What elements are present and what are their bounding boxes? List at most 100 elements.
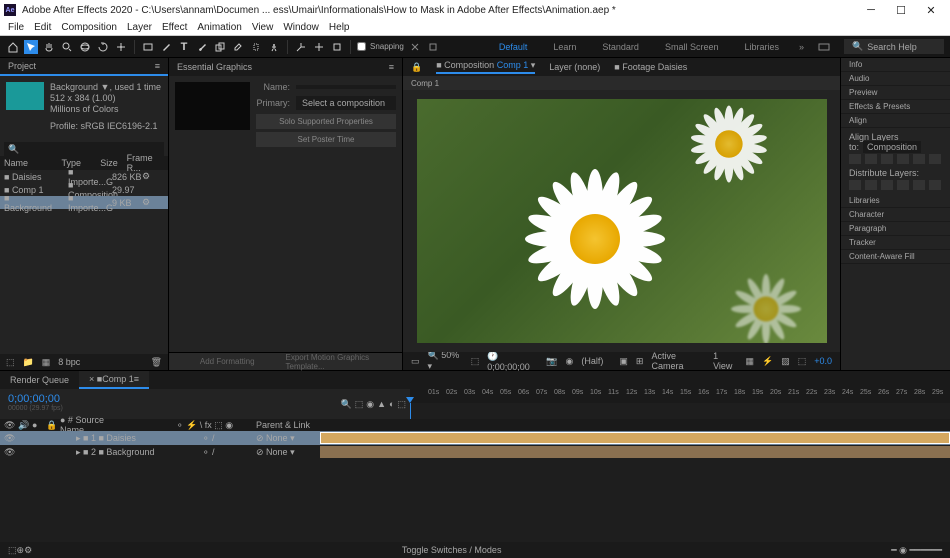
zoom-dropdown[interactable]: 🔍 50% ▾: [428, 350, 463, 372]
roi-icon[interactable]: ▣: [619, 356, 628, 367]
essential-tab[interactable]: Essential Graphics≡: [169, 58, 402, 76]
dist-top-icon[interactable]: [849, 180, 861, 190]
local-axis-icon[interactable]: [294, 40, 308, 54]
viewer-canvas[interactable]: [403, 90, 840, 352]
folder-icon[interactable]: 📁: [23, 357, 34, 368]
workspace-learn[interactable]: Learn: [547, 40, 582, 54]
menu-file[interactable]: File: [8, 22, 24, 33]
toggle-switches-button[interactable]: Toggle Switches / Modes: [402, 545, 502, 555]
clone-tool[interactable]: [213, 40, 227, 54]
align-left-icon[interactable]: [849, 154, 861, 164]
align-hcenter-icon[interactable]: [865, 154, 877, 164]
resolution-dropdown[interactable]: (Half): [581, 356, 603, 366]
menu-composition[interactable]: Composition: [61, 22, 117, 33]
trash-icon[interactable]: 🗑: [151, 357, 162, 368]
sync-icon[interactable]: [818, 41, 830, 53]
brush-tool[interactable]: [195, 40, 209, 54]
lock-icon[interactable]: 🔒: [411, 62, 422, 73]
time-display[interactable]: 🕐 0;00;00;00: [487, 351, 538, 372]
menu-edit[interactable]: Edit: [34, 22, 51, 33]
interpret-icon[interactable]: ⬚: [6, 357, 15, 368]
rect-tool[interactable]: [141, 40, 155, 54]
footage-tab[interactable]: ■ Footage Daisies: [614, 62, 687, 72]
dist-left-icon[interactable]: [897, 180, 909, 190]
info-panel[interactable]: Info: [841, 58, 950, 72]
tracker-panel[interactable]: Tracker: [841, 236, 950, 250]
search-help[interactable]: 🔍 Search Help: [844, 39, 944, 54]
current-time[interactable]: 0;00;00;00: [8, 393, 312, 405]
snapping-checkbox[interactable]: [357, 42, 366, 51]
view-dropdown[interactable]: 1 View: [713, 351, 737, 371]
menu-effect[interactable]: Effect: [162, 22, 187, 33]
paragraph-panel[interactable]: Paragraph: [841, 222, 950, 236]
eraser-tool[interactable]: [231, 40, 245, 54]
anchor-tool[interactable]: [114, 40, 128, 54]
solo-button[interactable]: Solo Supported Properties: [256, 114, 396, 129]
align-to-dropdown[interactable]: Composition: [863, 141, 921, 153]
orbit-tool[interactable]: [78, 40, 92, 54]
dist-vcenter-icon[interactable]: [865, 180, 877, 190]
align-bottom-icon[interactable]: [929, 154, 941, 164]
preview-panel[interactable]: Preview: [841, 86, 950, 100]
view-axis-icon[interactable]: [330, 40, 344, 54]
layer-tab[interactable]: Layer (none): [549, 62, 600, 72]
menu-animation[interactable]: Animation: [197, 22, 241, 33]
tl-icon[interactable]: ◉: [366, 399, 374, 410]
tl-icon[interactable]: ⬚: [397, 399, 406, 410]
menu-view[interactable]: View: [252, 22, 274, 33]
playhead[interactable]: [410, 403, 411, 419]
menu-window[interactable]: Window: [283, 22, 319, 33]
tl-footer-icon[interactable]: ⬚: [8, 545, 17, 556]
selection-tool[interactable]: [24, 40, 38, 54]
workspace-libraries[interactable]: Libraries: [738, 40, 785, 54]
snapshot-icon[interactable]: 📷: [546, 356, 557, 367]
timeline-layer-row[interactable]: 👁 ▸ ■ 1 ■ Daisies ⚬ / ⊘ None ▾: [0, 431, 950, 445]
align-right-icon[interactable]: [881, 154, 893, 164]
comp1-tab[interactable]: × ■ Comp 1 ≡: [79, 371, 149, 389]
dist-right-icon[interactable]: [929, 180, 941, 190]
exposure-value[interactable]: +0.0: [814, 356, 832, 366]
puppet-tool[interactable]: [267, 40, 281, 54]
maximize-button[interactable]: ☐: [886, 0, 916, 20]
minimize-button[interactable]: ─: [856, 0, 886, 20]
libraries-panel[interactable]: Libraries: [841, 194, 950, 208]
search-icon[interactable]: 🔍: [8, 144, 19, 155]
transparency-icon[interactable]: ▨: [781, 356, 790, 367]
character-panel[interactable]: Character: [841, 208, 950, 222]
grid-icon[interactable]: ⊞: [636, 356, 644, 367]
bpc-button[interactable]: 8 bpc: [58, 357, 80, 367]
tl-icon[interactable]: ▲: [377, 399, 386, 409]
tl-icon[interactable]: ⬚: [355, 399, 364, 410]
primary-dropdown[interactable]: Select a composition: [296, 96, 396, 110]
tl-footer-icon[interactable]: ⊕: [17, 545, 25, 556]
menu-help[interactable]: Help: [329, 22, 350, 33]
timeline-ruler[interactable]: 01s02s03s04s05s06s07s08s09s10s11s12s13s1…: [410, 389, 950, 403]
tl-icon[interactable]: ◐: [389, 399, 394, 409]
comp-icon[interactable]: ▦: [42, 357, 51, 368]
camera-dropdown[interactable]: Active Camera: [651, 351, 705, 371]
align-top-icon[interactable]: [897, 154, 909, 164]
snap-icon[interactable]: [408, 40, 422, 54]
resolution-icon[interactable]: ⬚: [471, 356, 480, 367]
add-formatting-button[interactable]: Add Formatting: [169, 353, 286, 370]
viewer-breadcrumb[interactable]: Comp 1: [403, 76, 840, 90]
project-tab[interactable]: Project≡: [0, 58, 168, 76]
audio-panel[interactable]: Audio: [841, 72, 950, 86]
pixel-aspect-icon[interactable]: ▦: [745, 356, 754, 367]
caf-panel[interactable]: Content-Aware Fill: [841, 250, 950, 264]
tl-footer-icon[interactable]: ⚙: [24, 545, 32, 556]
render-queue-tab[interactable]: Render Queue: [0, 371, 79, 389]
timeline-layer-row[interactable]: 👁 ▸ ■ 2 ■ Background ⚬ / ⊘ None ▾: [0, 445, 950, 459]
pen-tool[interactable]: [159, 40, 173, 54]
align-panel[interactable]: Align: [841, 114, 950, 128]
comp-tab[interactable]: ■ Composition Comp 1 ▾: [436, 60, 535, 74]
align-vcenter-icon[interactable]: [913, 154, 925, 164]
export-mogrt-button[interactable]: Export Motion Graphics Template...: [286, 353, 403, 370]
world-axis-icon[interactable]: [312, 40, 326, 54]
channel-icon[interactable]: ◉: [566, 356, 574, 367]
text-tool[interactable]: T: [177, 40, 191, 54]
name-field[interactable]: [296, 85, 396, 89]
project-row[interactable]: ■ Background■ Importe...G9 KB⚙: [0, 196, 168, 209]
menu-layer[interactable]: Layer: [127, 22, 152, 33]
workspace-default[interactable]: Default: [493, 40, 534, 54]
